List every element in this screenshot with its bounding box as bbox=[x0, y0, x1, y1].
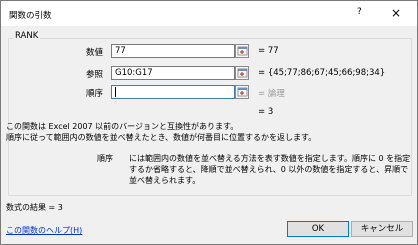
help-question-button[interactable]: ? bbox=[357, 7, 362, 17]
function-name: RANK bbox=[13, 31, 41, 41]
formula-result: 数式の結果 = 3 bbox=[6, 203, 63, 212]
collapse-dialog-icon bbox=[237, 68, 248, 78]
order-input[interactable] bbox=[111, 85, 235, 99]
function-result-preview: = 3 bbox=[258, 107, 274, 117]
arg-description-label: 順序 bbox=[97, 154, 113, 163]
ref-input[interactable]: G10:G17 bbox=[111, 66, 235, 80]
arg-label-ref: 参照 bbox=[85, 70, 103, 80]
arg-result-number: = 77 bbox=[258, 46, 279, 56]
arg-result-ref: = {45;77;86;67;45;66;98;34} bbox=[258, 68, 386, 78]
function-arguments-dialog: 関数の引数 ? × RANK 数値 77 = 77 参照 G10:G17 = {… bbox=[0, 0, 418, 245]
function-description-line1: この関数は Excel 2007 以前のバージョンと互換性があります。 bbox=[6, 122, 239, 131]
title-bar: 関数の引数 ? × bbox=[1, 1, 417, 26]
collapse-dialog-icon bbox=[237, 46, 248, 56]
dialog-title: 関数の引数 bbox=[9, 11, 52, 21]
function-help-link[interactable]: この関数のヘルプ(H) bbox=[6, 225, 82, 236]
collapse-range-button-number[interactable] bbox=[235, 44, 249, 58]
number-input[interactable]: 77 bbox=[111, 44, 235, 58]
arg-label-number: 数値 bbox=[85, 48, 103, 58]
cancel-button[interactable]: キャンセル bbox=[351, 221, 413, 237]
collapse-range-button-ref[interactable] bbox=[235, 66, 249, 80]
function-description-line2: 順序に従って範囲内の数値を並べ替えたとき、数値が何番目に位置するかを返します。 bbox=[6, 133, 317, 142]
text-caret bbox=[115, 87, 116, 97]
collapse-range-button-order[interactable] bbox=[235, 85, 249, 99]
close-button[interactable]: × bbox=[383, 4, 409, 22]
collapse-dialog-icon bbox=[237, 87, 248, 97]
arg-result-order: = 論理 bbox=[258, 89, 285, 99]
arg-label-order: 順序 bbox=[85, 89, 103, 99]
arg-description-text: には範囲内の数値を並べ替える方法を表す数値を指定します。順序に 0 を指定するか… bbox=[129, 154, 411, 185]
ok-button[interactable]: OK bbox=[287, 221, 349, 237]
